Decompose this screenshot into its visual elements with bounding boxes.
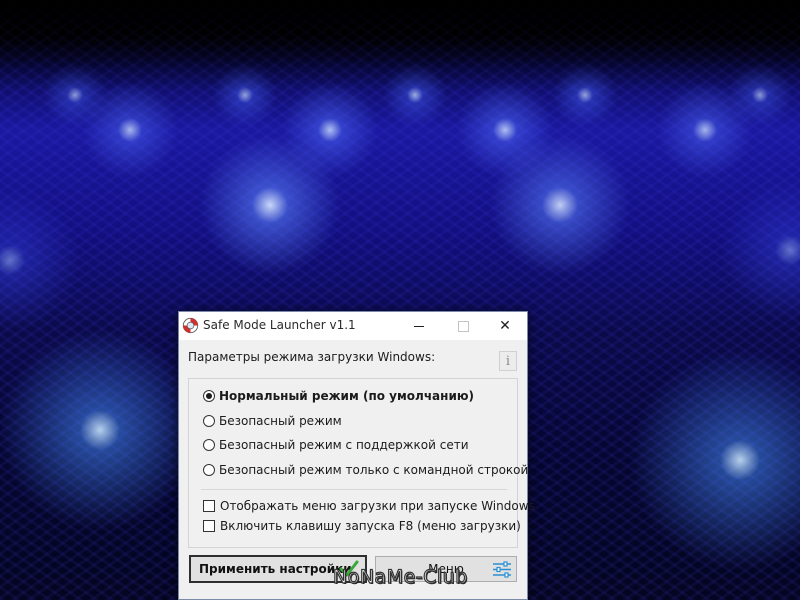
radio-button[interactable] [203, 464, 215, 476]
sliders-icon [493, 561, 511, 578]
maximize-icon [457, 320, 469, 332]
divider [201, 489, 507, 490]
radio-button-selected[interactable] [203, 390, 215, 402]
lifebuoy-icon [182, 317, 199, 334]
safe-mode-launcher-window[interactable]: Safe Mode Launcher v1.1 ✕ Параметры режи… [178, 311, 535, 600]
window-title: Safe Mode Launcher v1.1 [203, 318, 356, 332]
radio-label: Нормальный режим (по умолчанию) [219, 389, 474, 403]
radio-label: Безопасный режим [219, 414, 342, 428]
checkbox-label: Отображать меню загрузки при запуске Win… [220, 499, 535, 513]
boot-mode-group: Нормальный режим (по умолчанию) Безопасн… [188, 378, 535, 548]
checkbox-show-boot-menu[interactable]: Отображать меню загрузки при запуске Win… [203, 499, 535, 513]
boot-params-label: Параметры режима загрузки Windows: [188, 350, 436, 364]
checkbox[interactable] [203, 520, 215, 532]
close-icon: ✕ [499, 318, 511, 334]
checkbox-label: Включить клавишу запуска F8 (меню загруз… [220, 519, 521, 533]
minimize-icon [414, 325, 424, 327]
watermark-text: NoNaMe-Club [332, 565, 468, 588]
radio-button[interactable] [203, 415, 215, 427]
radio-label: Безопасный режим только с командной стро… [219, 463, 529, 477]
info-glyph: i [505, 353, 511, 369]
checkbox[interactable] [203, 500, 215, 512]
close-button[interactable]: ✕ [483, 312, 527, 340]
radio-button[interactable] [203, 439, 215, 451]
title-bar[interactable]: Safe Mode Launcher v1.1 ✕ [179, 312, 527, 340]
radio-label: Безопасный режим с поддержкой сети [219, 438, 469, 452]
apply-button-label: Применить настройки [199, 562, 352, 576]
radio-safe-mode-command-prompt[interactable]: Безопасный режим только с командной стро… [203, 463, 528, 477]
checkbox-enable-f8[interactable]: Включить клавишу запуска F8 (меню загруз… [203, 519, 521, 533]
info-icon[interactable]: i [499, 351, 517, 371]
radio-normal-mode[interactable]: Нормальный режим (по умолчанию) [203, 389, 474, 403]
radio-safe-mode[interactable]: Безопасный режим [203, 414, 342, 428]
radio-safe-mode-network[interactable]: Безопасный режим с поддержкой сети [203, 438, 469, 452]
maximize-button[interactable] [441, 312, 485, 340]
minimize-button[interactable] [397, 312, 441, 340]
